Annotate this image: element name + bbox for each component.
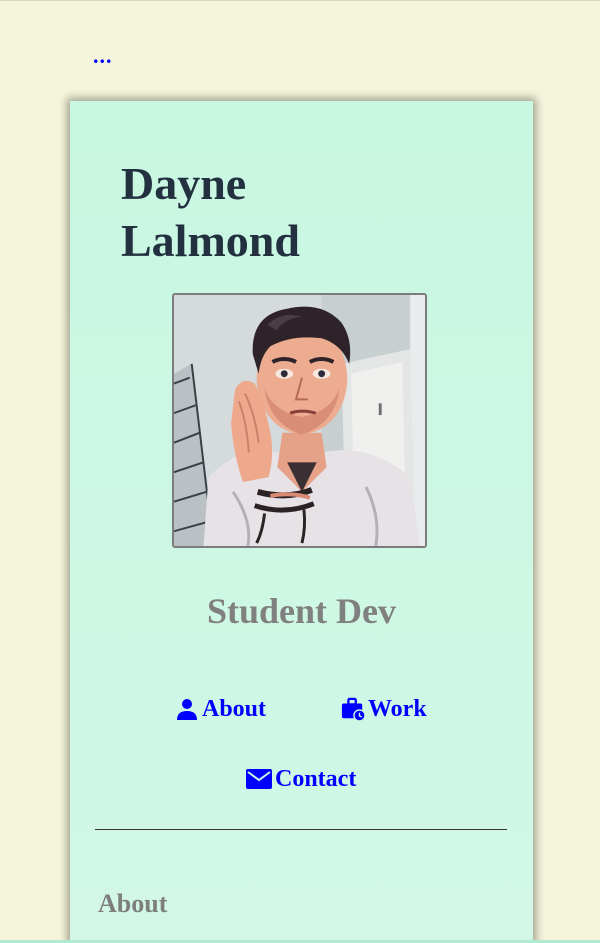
more-dots-icon: ... <box>93 43 113 68</box>
profile-card: Dayne Lalmond Student Dev About Work Con… <box>70 101 533 943</box>
name-last: Lalmond <box>121 215 300 266</box>
nav-contact-link[interactable]: Contact <box>246 766 356 792</box>
subtitle: Student Dev <box>206 591 397 631</box>
page-title: Dayne Lalmond <box>121 155 381 269</box>
nav-about-link[interactable]: About <box>175 696 266 722</box>
profile-photo-illustration <box>174 295 425 546</box>
nav-about-label: About <box>202 696 267 722</box>
mail-icon <box>246 769 272 789</box>
top-border <box>0 0 600 1</box>
section-divider <box>95 829 507 830</box>
briefcase-clock-icon <box>341 697 365 722</box>
nav-work-label: Work <box>368 696 427 722</box>
nav-contact-label: Contact <box>275 766 357 792</box>
nav-work-link[interactable]: Work <box>341 696 427 722</box>
person-icon <box>177 699 197 720</box>
name-first: Dayne <box>121 158 247 209</box>
menu-button[interactable]: ... <box>93 43 113 68</box>
about-section-heading: About <box>98 889 168 918</box>
profile-photo <box>172 293 427 548</box>
